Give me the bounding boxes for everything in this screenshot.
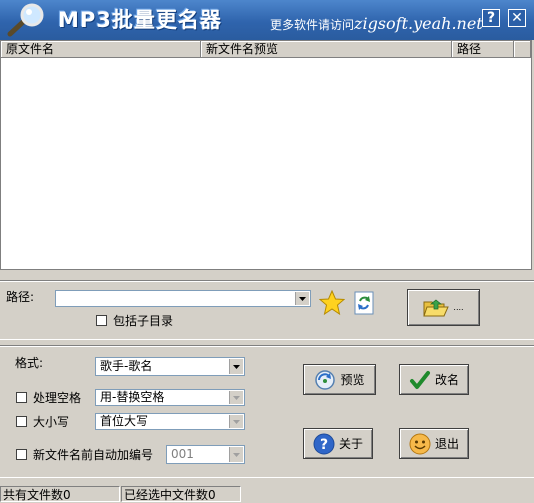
- rename-button-label: 改名: [434, 373, 459, 387]
- space-mode-select[interactable]: 用-替换空格: [95, 389, 245, 406]
- case-checkbox[interactable]: [16, 416, 27, 427]
- case-mode-select[interactable]: 首位大写: [95, 413, 245, 430]
- magnifier-logo-icon: [7, 3, 44, 37]
- column-original-name[interactable]: 原文件名: [1, 41, 201, 58]
- favorite-star-icon[interactable]: [319, 290, 345, 316]
- folder-open-icon: [423, 299, 450, 316]
- path-panel: 路径: 包括子目录 ....: [0, 280, 534, 340]
- refresh-icon[interactable]: [354, 291, 374, 315]
- path-label: 路径:: [6, 290, 35, 304]
- include-subdirs-checkbox[interactable]: [96, 315, 107, 326]
- case-label: 大小写: [33, 415, 70, 429]
- help-circle-icon: ?: [313, 433, 335, 454]
- website-link[interactable]: 更多软件请访问zigsoft.yeah.net: [270, 14, 483, 34]
- file-list[interactable]: 原文件名 新文件名预览 路径: [0, 40, 532, 270]
- exit-button-label: 退出: [434, 437, 459, 451]
- auto-number-value: 001: [171, 447, 194, 461]
- auto-number-label: 新文件名前自动加编号: [33, 448, 154, 462]
- visit-url[interactable]: zigsoft.yeah.net: [354, 14, 483, 33]
- preview-icon: [315, 369, 336, 390]
- process-spaces-checkbox[interactable]: [16, 392, 27, 403]
- rename-button[interactable]: 改名: [399, 364, 469, 395]
- format-label: 格式:: [15, 356, 44, 370]
- browse-folder-button[interactable]: ....: [407, 289, 480, 326]
- preview-button[interactable]: 预览: [303, 364, 376, 395]
- exit-button[interactable]: 退出: [399, 428, 469, 459]
- column-path[interactable]: 路径: [452, 41, 514, 58]
- close-button[interactable]: ✕: [508, 9, 526, 27]
- checkmark-icon: [409, 370, 430, 389]
- browse-label: ....: [453, 303, 464, 312]
- status-total-files: 共有文件数0: [0, 486, 120, 502]
- about-button-label: 关于: [338, 437, 363, 451]
- include-subdirs-label: 包括子目录: [113, 314, 174, 328]
- chevron-down-icon[interactable]: [229, 391, 243, 404]
- preview-button-label: 预览: [340, 373, 365, 387]
- format-value: 歌手-歌名: [100, 359, 153, 373]
- format-select[interactable]: 歌手-歌名: [95, 357, 245, 376]
- chevron-down-icon[interactable]: [229, 415, 243, 428]
- visit-label: 更多软件请访问: [270, 18, 355, 32]
- title-bar: MP3批量更名器 更多软件请访问zigsoft.yeah.net ? ✕: [0, 0, 534, 40]
- app-title: MP3批量更名器: [58, 8, 222, 32]
- status-bar: 共有文件数0 已经选中文件数0: [0, 484, 534, 502]
- status-selected-files: 已经选中文件数0: [121, 486, 241, 502]
- process-spaces-label: 处理空格: [33, 391, 82, 405]
- auto-number-select[interactable]: 001: [166, 445, 245, 464]
- about-button[interactable]: ? 关于: [303, 428, 373, 459]
- smiley-face-icon: [409, 433, 431, 454]
- column-new-name-preview[interactable]: 新文件名预览: [201, 41, 452, 58]
- chevron-down-icon[interactable]: [229, 359, 243, 374]
- path-combo[interactable]: [55, 290, 311, 307]
- space-mode-value: 用-替换空格: [100, 390, 165, 404]
- column-filler: [514, 41, 531, 58]
- help-button[interactable]: ?: [482, 9, 500, 27]
- chevron-down-icon[interactable]: [295, 292, 309, 305]
- svg-text:?: ?: [320, 437, 328, 453]
- auto-number-checkbox[interactable]: [16, 449, 27, 460]
- chevron-down-icon[interactable]: [229, 447, 243, 462]
- options-panel: 格式: 歌手-歌名 处理空格 用-替换空格 大小写 首位大写 新文件名前自动加编…: [0, 345, 534, 478]
- case-mode-value: 首位大写: [100, 414, 149, 428]
